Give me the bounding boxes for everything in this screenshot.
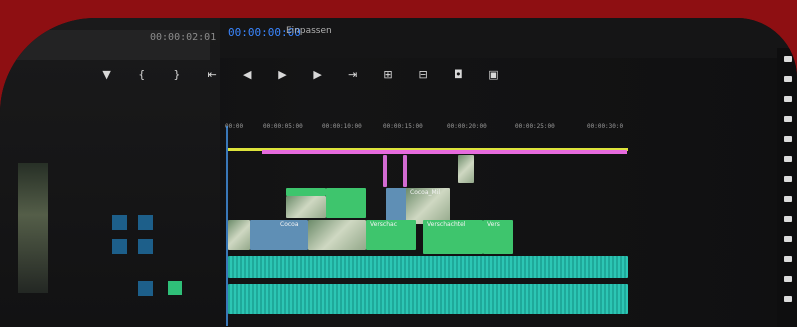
scroll-dot	[784, 76, 792, 82]
video-clip[interactable]: Verschac	[366, 220, 416, 250]
ruler-tick: 00:00:05:00	[263, 123, 303, 130]
track-target-toggle[interactable]	[112, 239, 127, 254]
compare-icon[interactable]: ▣	[487, 68, 500, 81]
video-clip[interactable]	[386, 188, 408, 224]
scroll-dot	[784, 196, 792, 202]
ruler-tick: 00:00:15:00	[383, 123, 423, 130]
scroll-dot	[784, 296, 792, 302]
audio-track-1	[228, 256, 628, 278]
track-controls	[0, 203, 210, 327]
ruler-tick: 00:00:30:0	[587, 123, 624, 130]
video-track-3	[228, 155, 628, 187]
insert-icon[interactable]: ⊞	[381, 68, 394, 81]
audio-target-toggle[interactable]	[138, 281, 153, 296]
video-clip[interactable]	[308, 220, 366, 250]
scroll-dot	[784, 256, 792, 262]
video-clip[interactable]: Cocoa_Mil	[406, 188, 450, 224]
video-clip[interactable]: Cocoa	[250, 220, 308, 250]
track-target-toggle[interactable]	[112, 215, 127, 230]
mark-in-icon[interactable]: {	[135, 68, 148, 81]
scroll-dot	[784, 236, 792, 242]
go-to-in-icon[interactable]: ⇤	[206, 68, 219, 81]
step-forward-icon[interactable]: ▶	[311, 68, 324, 81]
video-clip[interactable]	[286, 196, 326, 218]
track-sync-toggle[interactable]	[138, 215, 153, 230]
video-clip[interactable]	[458, 155, 474, 183]
scroll-dot	[784, 96, 792, 102]
video-track-1: Cocoa Verschac Verschachtel Vers	[228, 220, 628, 254]
go-to-out-icon[interactable]: ⇥	[346, 68, 359, 81]
clip-label: Verschac	[370, 221, 397, 228]
scroll-dot	[784, 116, 792, 122]
ruler-tick: 00:00:20:00	[447, 123, 487, 130]
left-timecode: 00:00:02:01	[150, 32, 217, 43]
video-clip[interactable]	[326, 188, 366, 218]
clip-label: Verschachtel	[427, 221, 466, 228]
clip-label: Cocoa_Mil	[410, 189, 441, 196]
solo-button[interactable]	[168, 281, 182, 295]
video-clip[interactable]	[228, 220, 250, 250]
clip-marker[interactable]	[403, 155, 407, 187]
scroll-dot	[784, 276, 792, 282]
video-clip[interactable]: Verschachtel	[423, 220, 483, 254]
program-monitor-bar: 00:00:00:00 Einpassen	[220, 18, 797, 58]
scroll-dot	[784, 176, 792, 182]
audio-track-2	[228, 284, 628, 314]
clip-marker[interactable]	[383, 155, 387, 187]
clip-label: Cocoa	[280, 221, 299, 228]
export-frame-icon[interactable]: ◘	[452, 68, 465, 81]
editor-photo: 00:00:02:01 00:00:00:00 Einpassen ▼ { } …	[0, 18, 797, 327]
audio-clip[interactable]	[228, 256, 628, 278]
video-track-2: Cocoa_Mil	[228, 188, 628, 224]
marker-icon[interactable]: ▼	[100, 68, 113, 81]
clip-label: Vers	[487, 221, 500, 228]
time-ruler[interactable]: 00:00 00:00:05:00 00:00:10:00 00:00:15:0…	[225, 123, 655, 141]
step-back-icon[interactable]: ◀	[241, 68, 254, 81]
play-icon[interactable]: ▶	[276, 68, 289, 81]
fit-dropdown[interactable]: Einpassen	[286, 26, 332, 36]
scroll-dot	[784, 216, 792, 222]
video-clip[interactable]: Vers	[483, 220, 513, 254]
scroll-dot	[784, 56, 792, 62]
track-sync-toggle[interactable]	[138, 239, 153, 254]
ruler-tick: 00:00:25:00	[515, 123, 555, 130]
mark-out-icon[interactable]: }	[170, 68, 183, 81]
right-scrollbar[interactable]	[777, 48, 797, 327]
video-clip[interactable]	[286, 188, 326, 196]
adjustment-clip-bar[interactable]	[262, 150, 627, 154]
overwrite-icon[interactable]: ⊟	[417, 68, 430, 81]
ruler-tick: 00:00:10:00	[322, 123, 362, 130]
transport-controls: ▼ { } ⇤ ◀ ▶ ▶ ⇥ ⊞ ⊟ ◘ ▣	[100, 62, 500, 86]
scroll-dot	[784, 156, 792, 162]
audio-clip[interactable]	[228, 284, 628, 314]
scroll-dot	[784, 136, 792, 142]
